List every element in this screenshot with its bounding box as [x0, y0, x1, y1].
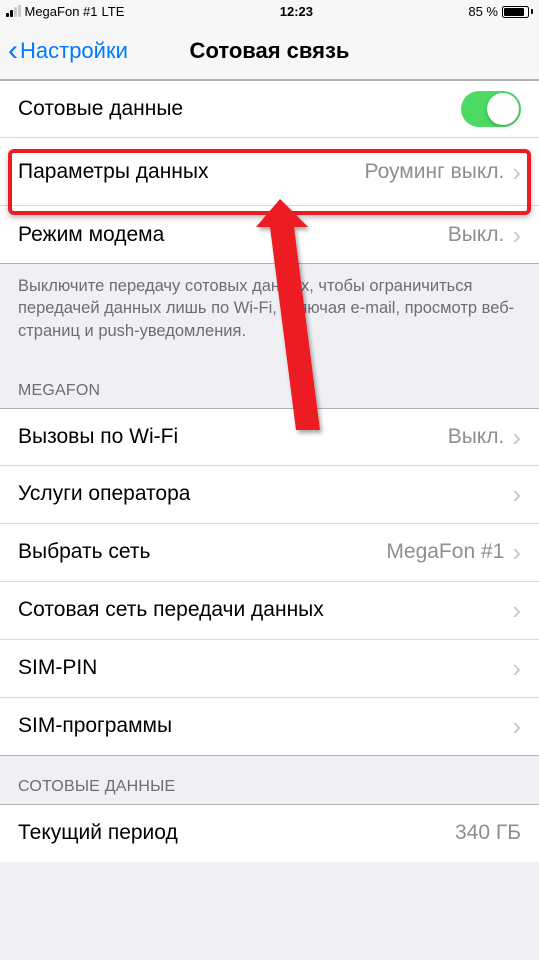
- section-footer: Выключите передачу сотовых данных, чтобы…: [0, 264, 539, 360]
- signal-icon: [6, 6, 21, 17]
- group-header-megafon: MEGAFON: [0, 360, 539, 408]
- row-label: Сотовые данные: [18, 97, 183, 121]
- chevron-left-icon: ‹: [8, 36, 18, 66]
- nav-bar: ‹ Настройки Сотовая связь: [0, 23, 539, 80]
- chevron-right-icon: ›: [512, 424, 521, 450]
- row-label: Сотовая сеть передачи данных: [18, 598, 324, 622]
- back-button[interactable]: ‹ Настройки: [0, 36, 128, 66]
- chevron-right-icon: ›: [512, 481, 521, 507]
- row-label: Текущий период: [18, 821, 178, 845]
- row-value: Выкл.: [448, 425, 505, 449]
- row-current-period[interactable]: Текущий период 340 ГБ: [0, 804, 539, 862]
- row-label: Параметры данных: [18, 160, 209, 184]
- chevron-right-icon: ›: [512, 655, 521, 681]
- carrier-label: MegaFon #1: [25, 4, 98, 19]
- row-label: SIM-PIN: [18, 656, 97, 680]
- row-label: Вызовы по Wi-Fi: [18, 425, 178, 449]
- toggle-cellular-data[interactable]: [461, 91, 521, 127]
- status-bar: MegaFon #1 LTE 12:23 85 %: [0, 0, 539, 23]
- battery-percent: 85 %: [468, 4, 498, 19]
- battery-icon: [502, 6, 533, 18]
- status-time: 12:23: [280, 4, 313, 19]
- row-sim-pin[interactable]: SIM-PIN ›: [0, 640, 539, 698]
- row-hotspot[interactable]: Режим модема Выкл. ›: [0, 206, 539, 264]
- row-data-options[interactable]: Параметры данных Роуминг выкл. ›: [0, 138, 539, 206]
- chevron-right-icon: ›: [512, 222, 521, 248]
- row-value: MegaFon #1: [386, 540, 504, 564]
- chevron-right-icon: ›: [512, 597, 521, 623]
- row-value: Роуминг выкл.: [365, 160, 505, 184]
- row-sim-apps[interactable]: SIM-программы ›: [0, 698, 539, 756]
- row-value: 340 ГБ: [455, 821, 521, 845]
- chevron-right-icon: ›: [512, 713, 521, 739]
- row-carrier-services[interactable]: Услуги оператора ›: [0, 466, 539, 524]
- row-cellular-network[interactable]: Сотовая сеть передачи данных ›: [0, 582, 539, 640]
- row-label: Режим модема: [18, 223, 164, 247]
- chevron-right-icon: ›: [512, 159, 521, 185]
- back-label: Настройки: [20, 38, 128, 64]
- row-label: SIM-программы: [18, 714, 172, 738]
- row-select-network[interactable]: Выбрать сеть MegaFon #1 ›: [0, 524, 539, 582]
- row-wifi-calling[interactable]: Вызовы по Wi-Fi Выкл. ›: [0, 408, 539, 466]
- page-title: Сотовая связь: [190, 38, 350, 64]
- row-value: Выкл.: [448, 223, 505, 247]
- row-label: Услуги оператора: [18, 482, 190, 506]
- group-header-cellular-data: СОТОВЫЕ ДАННЫЕ: [0, 756, 539, 804]
- chevron-right-icon: ›: [512, 539, 521, 565]
- row-cellular-data[interactable]: Сотовые данные: [0, 80, 539, 138]
- row-label: Выбрать сеть: [18, 540, 150, 564]
- network-label: LTE: [102, 4, 125, 19]
